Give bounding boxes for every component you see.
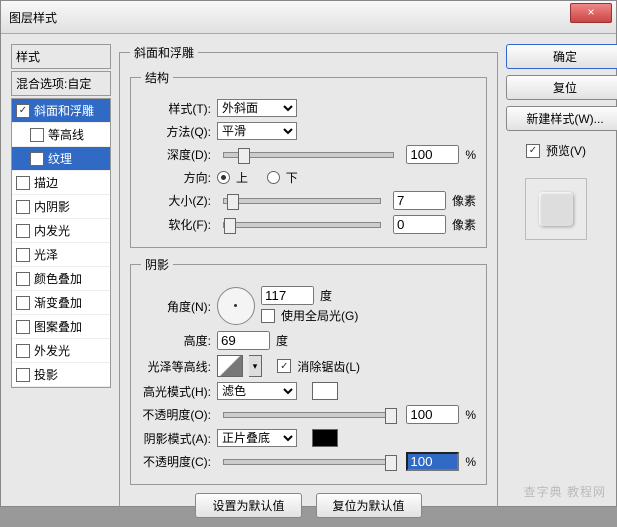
hopacity-label: 不透明度(O): [141,406,211,423]
preview-checkbox[interactable]: ✓ [526,144,540,158]
style-satin[interactable]: 光泽 [12,243,110,267]
checkbox-icon[interactable] [16,296,30,310]
window-title: 图层样式 [9,9,57,26]
styles-header: 样式 [11,44,111,69]
style-texture[interactable]: 纹理 [12,147,110,171]
sopacity-input[interactable] [406,452,459,471]
styles-list: ✓斜面和浮雕 等高线 纹理 描边 内阴影 内发光 光泽 颜色叠加 渐变叠加 图案… [11,98,111,388]
direction-label: 方向: [141,169,211,186]
blend-options[interactable]: 混合选项:自定 [11,71,111,96]
checkbox-icon[interactable] [30,128,44,142]
structure-legend: 结构 [141,69,173,86]
bevel-legend: 斜面和浮雕 [130,44,198,61]
technique-select[interactable]: 平滑 [217,122,297,140]
global-light-label: 使用全局光(G) [281,307,358,324]
structure-group: 结构 样式(T): 外斜面 方法(Q): 平滑 深度(D):% 方向: 上 下 大小(… [130,69,487,248]
checkbox-icon[interactable] [16,320,30,334]
size-slider[interactable] [223,198,381,204]
preview-box [525,178,587,240]
shading-group: 阴影 角度(N): 度 使用全局光(G) 高度: 度 光泽等高线: ✓ 消除锯齿(L… [130,256,487,485]
gloss-label: 光泽等高线: [141,358,211,375]
antialias-checkbox[interactable]: ✓ [277,359,291,373]
ok-button[interactable]: 确定 [506,44,617,69]
style-contour[interactable]: 等高线 [12,123,110,147]
hmode-select[interactable]: 滤色 [217,382,297,400]
style-label: 样式(T): [141,100,211,117]
hopacity-slider[interactable] [223,412,394,418]
soften-label: 软化(F): [141,216,211,233]
shadow-color[interactable] [312,429,338,447]
style-pattern-overlay[interactable]: 图案叠加 [12,315,110,339]
hopacity-unit: % [465,408,476,422]
style-stroke[interactable]: 描边 [12,171,110,195]
altitude-input[interactable] [217,331,270,350]
checkbox-icon[interactable] [16,368,30,382]
style-gradient-overlay[interactable]: 渐变叠加 [12,291,110,315]
hmode-label: 高光模式(H): [141,383,211,400]
soften-unit: 像素 [452,216,476,233]
preview-label: 预览(V) [546,142,586,159]
depth-label: 深度(D): [141,146,211,163]
hopacity-input[interactable] [406,405,459,424]
angle-label: 角度(N): [141,298,211,315]
angle-dial[interactable] [217,287,255,325]
style-color-overlay[interactable]: 颜色叠加 [12,267,110,291]
altitude-unit: 度 [276,332,288,349]
gloss-contour[interactable] [217,355,243,377]
technique-label: 方法(Q): [141,123,211,140]
checkbox-icon[interactable] [16,248,30,262]
checkbox-icon[interactable] [16,176,30,190]
sopacity-unit: % [465,455,476,469]
size-input[interactable] [393,191,446,210]
close-button[interactable]: × [570,3,612,23]
checkbox-icon[interactable] [30,152,44,166]
checkbox-icon[interactable] [16,344,30,358]
direction-up-radio[interactable] [217,171,230,184]
style-inner-shadow[interactable]: 内阴影 [12,195,110,219]
new-style-button[interactable]: 新建样式(W)... [506,106,617,131]
style-inner-glow[interactable]: 内发光 [12,219,110,243]
direction-down-radio[interactable] [267,171,280,184]
preview-swatch [539,192,573,226]
checkbox-icon[interactable] [16,200,30,214]
checkbox-icon[interactable] [16,272,30,286]
direction-down-label: 下 [286,169,298,186]
bevel-group: 斜面和浮雕 结构 样式(T): 外斜面 方法(Q): 平滑 深度(D):% 方向: 上… [119,44,498,527]
sopacity-label: 不透明度(C): [141,453,211,470]
soften-input[interactable] [393,215,446,234]
antialias-label: 消除锯齿(L) [297,358,360,375]
make-default-button[interactable]: 设置为默认值 [195,493,301,518]
style-bevel[interactable]: ✓斜面和浮雕 [12,99,110,123]
reset-default-button[interactable]: 复位为默认值 [316,493,422,518]
direction-up-label: 上 [236,169,248,186]
depth-unit: % [465,148,476,162]
altitude-label: 高度: [141,332,211,349]
style-outer-glow[interactable]: 外发光 [12,339,110,363]
global-light-checkbox[interactable] [261,309,275,323]
style-select[interactable]: 外斜面 [217,99,297,117]
smode-label: 阴影模式(A): [141,430,211,447]
sopacity-slider[interactable] [223,459,394,465]
soften-slider[interactable] [223,222,381,228]
angle-unit: 度 [320,287,332,304]
depth-slider[interactable] [223,152,394,158]
shading-legend: 阴影 [141,256,173,273]
cancel-button[interactable]: 复位 [506,75,617,100]
angle-input[interactable] [261,286,314,305]
checkbox-icon[interactable] [16,224,30,238]
size-unit: 像素 [452,192,476,209]
gloss-dropdown-icon[interactable] [249,355,262,377]
depth-input[interactable] [406,145,459,164]
style-drop-shadow[interactable]: 投影 [12,363,110,387]
watermark: 查字典 教程网 [524,483,606,500]
checkbox-icon[interactable]: ✓ [16,104,30,118]
highlight-color[interactable] [312,382,338,400]
size-label: 大小(Z): [141,192,211,209]
smode-select[interactable]: 正片叠底 [217,429,297,447]
